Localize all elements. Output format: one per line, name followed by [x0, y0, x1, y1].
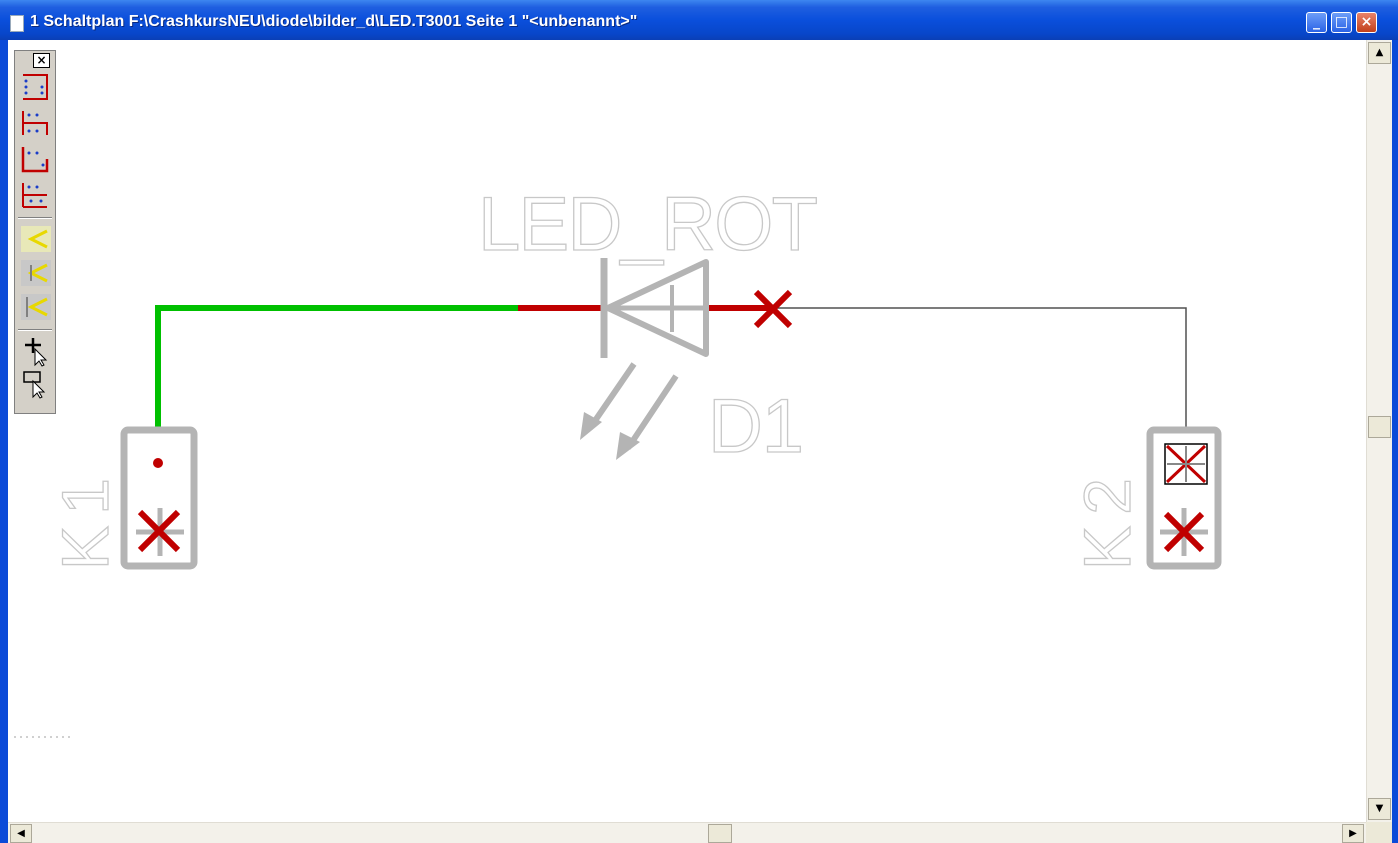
net-bracket-icon [22, 111, 48, 135]
led-symbol[interactable] [580, 258, 709, 460]
scrollbar-corner [1366, 822, 1392, 843]
vertical-scroll-thumb[interactable] [1368, 416, 1391, 438]
connector-k2-label: K2 [1070, 478, 1144, 570]
horizontal-scrollbar[interactable]: ◀ ▶ [8, 822, 1366, 843]
bus-tool-3[interactable] [17, 143, 55, 175]
toolbar-close-button[interactable]: × [33, 53, 50, 68]
net-bracket-icon [23, 74, 48, 100]
connector-k1-label: K1 [48, 478, 122, 570]
schematic-canvas[interactable]: LED_ROT D1 K1 K2 [8, 40, 1366, 822]
crosshair-pointer-tool[interactable] [17, 335, 55, 367]
bus-tool-4[interactable] [17, 179, 55, 211]
document-icon [10, 15, 24, 32]
net-bracket-icon [21, 147, 49, 173]
connector-k2[interactable] [1146, 426, 1222, 570]
junction-tool-1[interactable] [17, 223, 55, 255]
label-arrow-icon [21, 294, 51, 320]
schematic-drawing[interactable]: LED_ROT D1 K1 K2 [8, 40, 1366, 822]
vertical-scrollbar[interactable]: ▲ ▼ [1366, 40, 1392, 822]
window-frame-right [1392, 40, 1398, 843]
label-arrow-icon [21, 260, 51, 286]
label-arrow-icon [21, 226, 51, 252]
horizontal-scroll-thumb[interactable] [708, 824, 732, 843]
scroll-left-button[interactable]: ◀ [10, 824, 32, 843]
select-pointer-tool[interactable] [17, 369, 55, 401]
connector-k1[interactable] [120, 426, 198, 570]
toolbar-separator [18, 217, 52, 219]
junction-tool-2[interactable] [17, 257, 55, 289]
schematic-window: 1 Schaltplan F:\CrashkursNEU\diode\bilde… [0, 0, 1398, 843]
led-value-label: LED_ROT [478, 182, 818, 267]
title-bar[interactable]: 1 Schaltplan F:\CrashkursNEU\diode\bilde… [0, 0, 1398, 40]
routed-wire[interactable] [155, 305, 520, 462]
toolbar-separator [18, 329, 52, 331]
ratsnest-line[interactable] [770, 307, 1187, 466]
scroll-up-button[interactable]: ▲ [1368, 42, 1391, 64]
net-bracket-icon [22, 183, 47, 208]
scroll-down-button[interactable]: ▼ [1368, 798, 1391, 820]
crosshair-cursor-icon [25, 338, 48, 367]
select-cursor-icon [23, 371, 46, 399]
junction-tool-3[interactable] [17, 291, 55, 323]
window-frame-left [0, 40, 8, 843]
net-toolbar: × [14, 50, 56, 414]
maximize-button[interactable]: □ [1331, 12, 1352, 33]
minimize-button[interactable]: _ [1306, 12, 1327, 33]
scroll-right-button[interactable]: ▶ [1342, 824, 1364, 843]
bus-tool-2[interactable] [17, 107, 55, 139]
close-button[interactable]: × [1356, 12, 1377, 33]
window-title: 1 Schaltplan F:\CrashkursNEU\diode\bilde… [30, 13, 638, 30]
bus-tool-1[interactable] [17, 71, 55, 103]
led-ref-label: D1 [708, 384, 804, 469]
